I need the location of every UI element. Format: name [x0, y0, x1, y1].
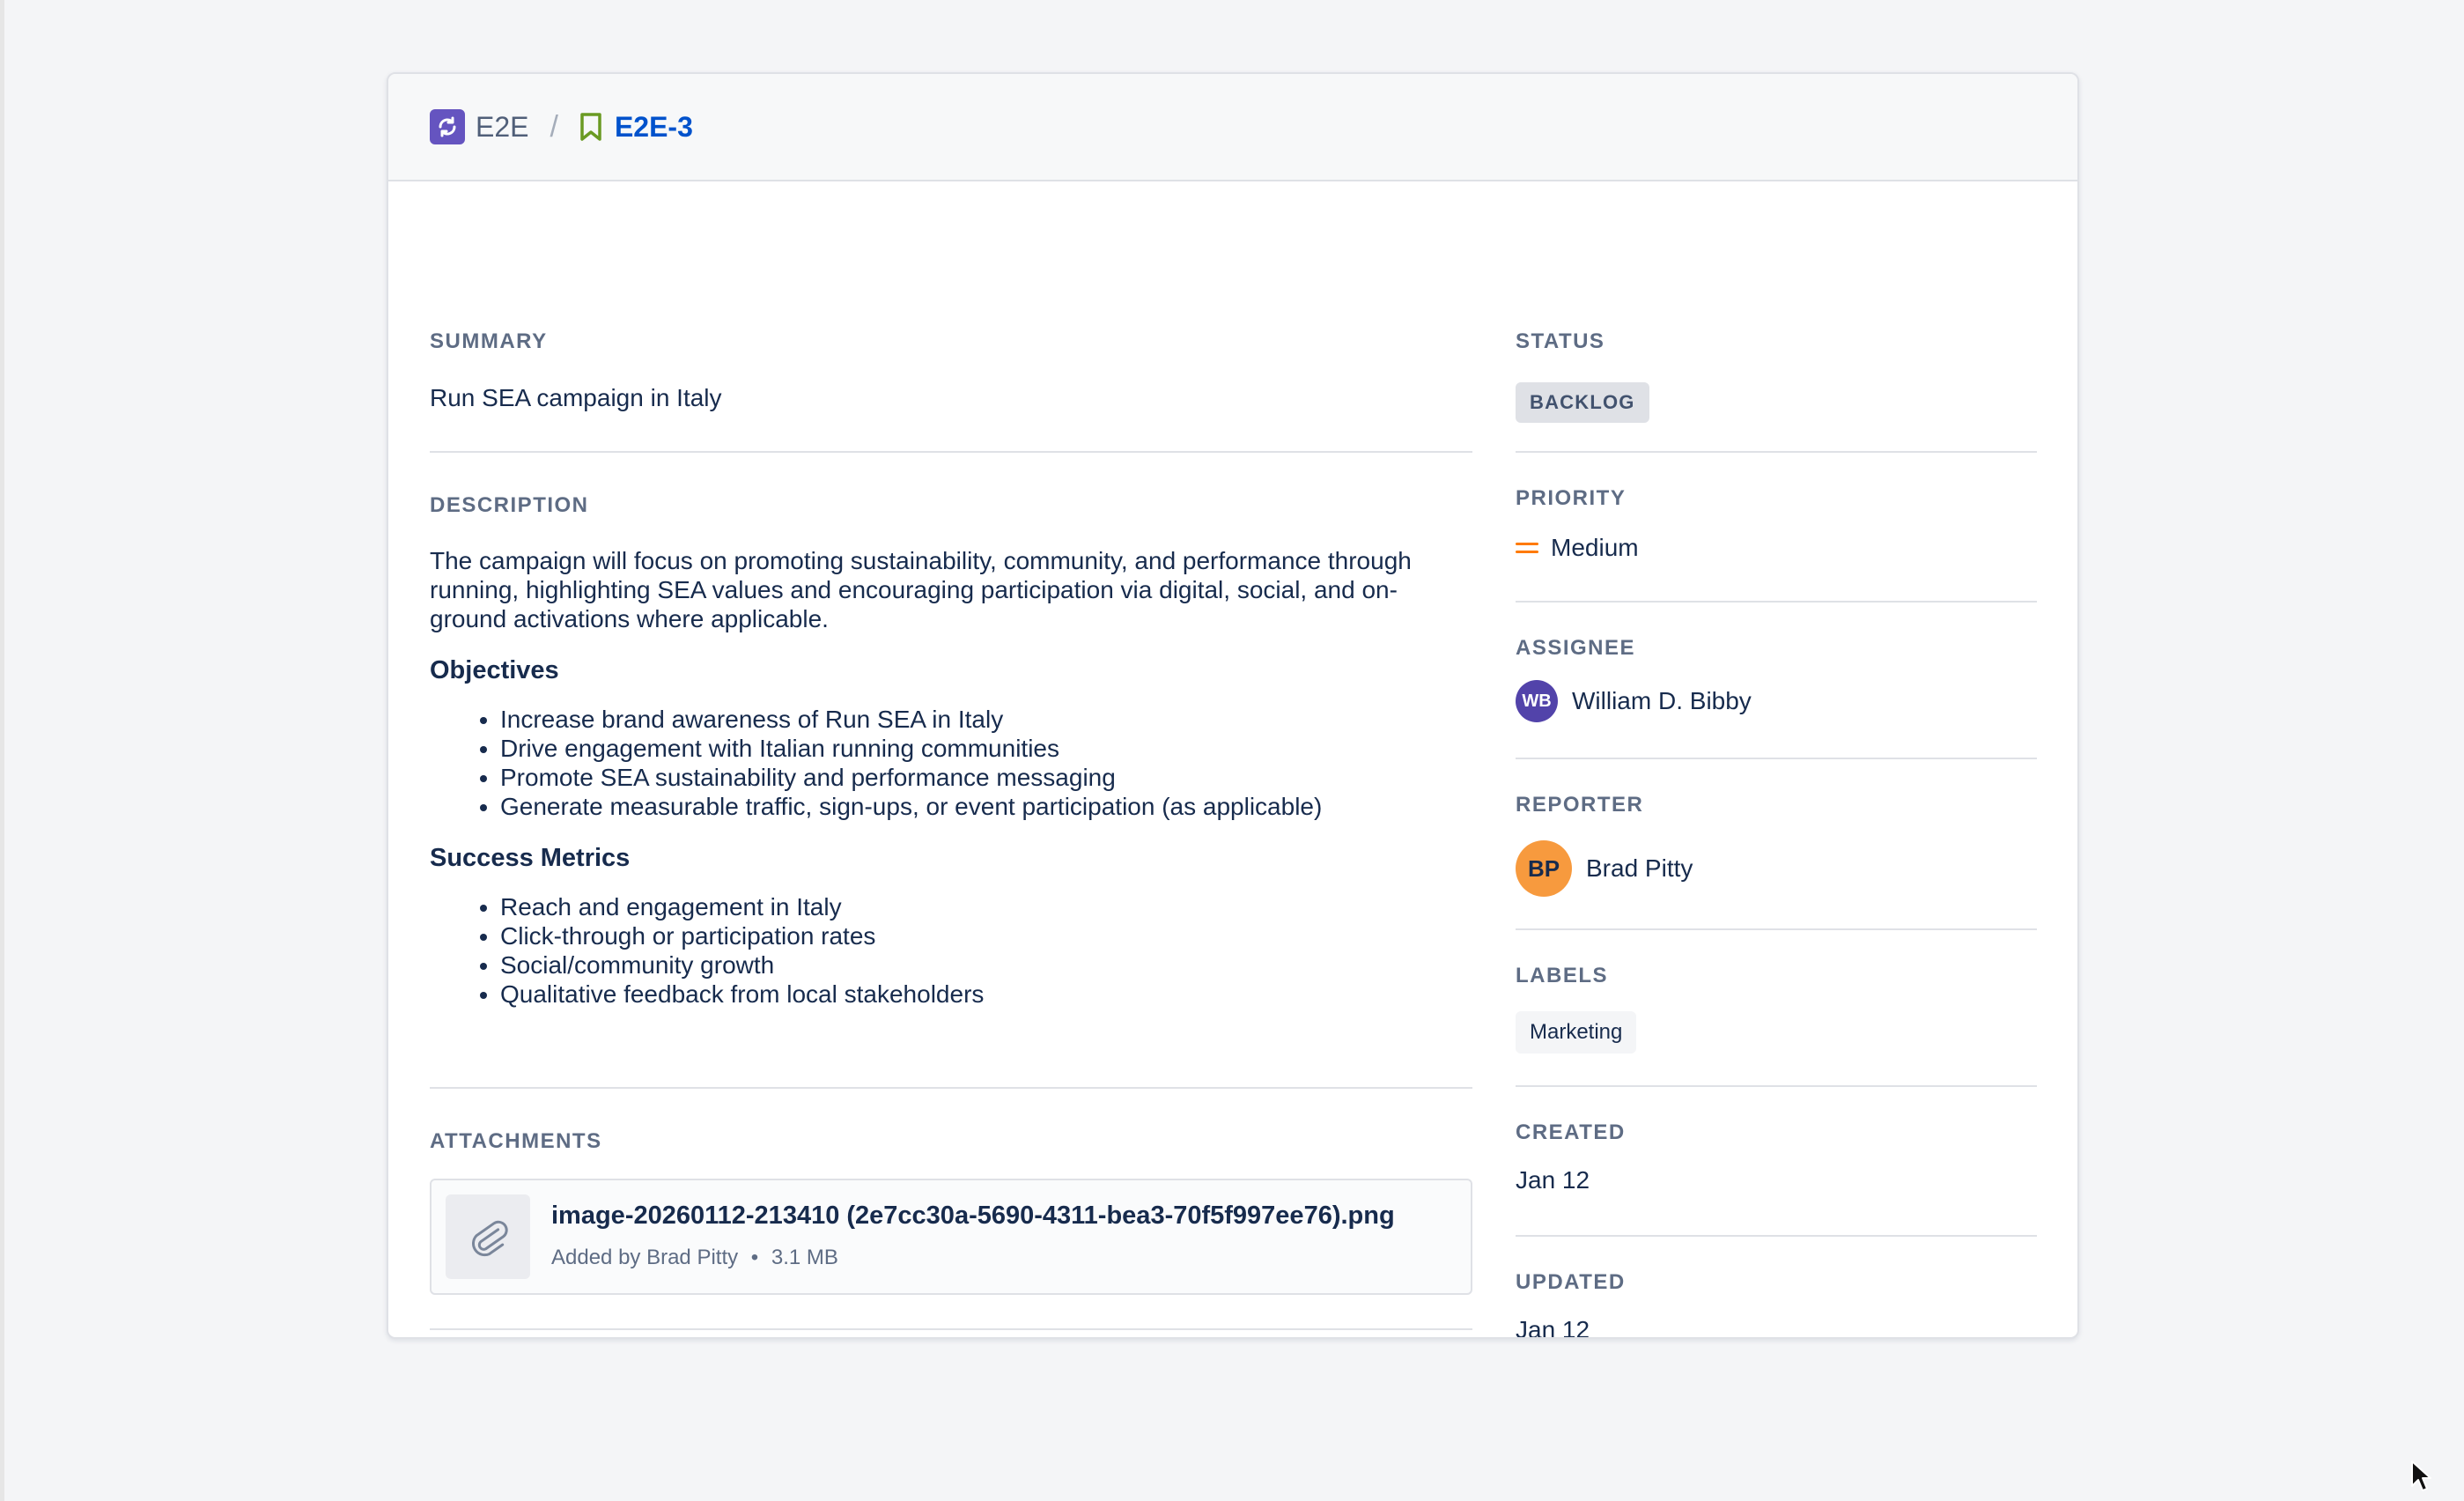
objectives-list: Increase brand awareness of Run SEA in I… — [430, 705, 1472, 821]
meta-separator: • — [750, 1246, 759, 1269]
list-item: Drive engagement with Italian running co… — [500, 734, 1472, 763]
mouse-cursor-icon — [2410, 1460, 2433, 1497]
summary-label: SUMMARY — [430, 329, 548, 353]
issue-body: SUMMARY Run SEA campaign in Italy DESCRI… — [388, 181, 2077, 1339]
priority-medium-icon — [1516, 540, 1538, 556]
description-intro: The campaign will focus on promoting sus… — [430, 547, 1412, 632]
avatar: BP — [1516, 840, 1572, 897]
updated-label: UPDATED — [1516, 1270, 1626, 1294]
attachment-meta: Added by Brad Pitty • 3.1 MB — [551, 1246, 838, 1270]
created-value: Jan 12 — [1516, 1166, 1590, 1194]
assignee-name: William D. Bibby — [1572, 687, 1752, 714]
avatar: WB — [1516, 680, 1558, 722]
divider — [1516, 928, 2037, 930]
description-label: DESCRIPTION — [430, 493, 589, 517]
updated-value: Jan 12 — [1516, 1316, 1590, 1339]
updated-section: UPDATED — [1516, 1270, 2037, 1295]
divider — [430, 451, 1472, 453]
labels-section: LABELS — [1516, 964, 2037, 988]
list-item: Reach and engagement in Italy — [500, 892, 1472, 921]
priority-value-wrap[interactable]: Medium — [1516, 534, 2037, 562]
description-section: DESCRIPTION — [430, 493, 1472, 518]
description-content[interactable]: The campaign will focus on promoting sus… — [430, 546, 1472, 1009]
list-item: Social/community growth — [500, 950, 1472, 980]
summary-value-wrap: Run SEA campaign in Italy — [430, 384, 1472, 412]
created-section: CREATED — [1516, 1120, 2037, 1145]
bookmark-icon — [579, 112, 602, 142]
divider — [430, 1087, 1472, 1089]
attachment-item[interactable]: image-20260112-213410 (2e7cc30a-5690-431… — [430, 1179, 1472, 1295]
attachment-size: 3.1 MB — [771, 1246, 838, 1269]
divider — [1516, 451, 2037, 453]
attachment-added-by: Added by Brad Pitty — [551, 1246, 739, 1269]
divider — [430, 1328, 1472, 1330]
list-item: Promote SEA sustainability and performan… — [500, 763, 1472, 792]
breadcrumb-separator: / — [550, 109, 558, 144]
assignee-label: ASSIGNEE — [1516, 636, 1636, 660]
list-item: Qualitative feedback from local stakehol… — [500, 980, 1472, 1009]
project-key-link[interactable]: E2E — [476, 111, 528, 144]
priority-label: PRIORITY — [1516, 486, 1627, 510]
window-edge — [0, 0, 4, 1501]
assignee-section: ASSIGNEE — [1516, 636, 2037, 661]
list-item: Click-through or participation rates — [500, 921, 1472, 950]
success-metrics-heading: Success Metrics — [430, 844, 631, 872]
paperclip-icon — [446, 1194, 530, 1279]
summary-section: SUMMARY — [430, 329, 1472, 354]
reporter-name: Brad Pitty — [1586, 854, 1693, 882]
attachment-filename[interactable]: image-20260112-213410 (2e7cc30a-5690-431… — [551, 1202, 1395, 1231]
divider — [1516, 601, 2037, 603]
status-section: STATUS — [1516, 329, 2037, 354]
label-tag[interactable]: Marketing — [1516, 1011, 1637, 1054]
divider — [1516, 758, 2037, 759]
status-label: STATUS — [1516, 329, 1605, 353]
summary-value[interactable]: Run SEA campaign in Italy — [430, 384, 1472, 412]
created-label: CREATED — [1516, 1120, 1626, 1144]
issue-card: E2E / E2E-3 SUMMARY Run SEA campaign in … — [387, 72, 2079, 1339]
reporter-value-wrap[interactable]: BP Brad Pitty — [1516, 840, 2037, 897]
reporter-section: REPORTER — [1516, 793, 2037, 817]
labels-label: LABELS — [1516, 964, 1608, 987]
success-metrics-list: Reach and engagement in Italy Click-thro… — [430, 892, 1472, 1009]
issue-key-link[interactable]: E2E-3 — [615, 111, 693, 144]
attachments-section: ATTACHMENTS — [430, 1129, 1472, 1154]
priority-value: Medium — [1551, 534, 1639, 561]
status-badge[interactable]: BACKLOG — [1516, 382, 1649, 423]
list-item: Increase brand awareness of Run SEA in I… — [500, 705, 1472, 734]
objectives-heading: Objectives — [430, 656, 559, 684]
priority-section: PRIORITY — [1516, 486, 2037, 511]
attachments-label: ATTACHMENTS — [430, 1129, 602, 1153]
labels-value-wrap: Marketing — [1516, 1011, 2037, 1054]
project-sync-icon[interactable] — [430, 109, 465, 144]
list-item: Generate measurable traffic, sign-ups, o… — [500, 792, 1472, 821]
divider — [1516, 1235, 2037, 1237]
status-value-wrap: BACKLOG — [1516, 382, 2037, 423]
assignee-value-wrap[interactable]: WB William D. Bibby — [1516, 680, 2037, 722]
divider — [1516, 1085, 2037, 1087]
updated-value-wrap: Jan 12 — [1516, 1316, 2037, 1339]
reporter-label: REPORTER — [1516, 793, 1644, 817]
created-value-wrap: Jan 12 — [1516, 1166, 2037, 1194]
issue-header: E2E / E2E-3 — [388, 74, 2077, 181]
